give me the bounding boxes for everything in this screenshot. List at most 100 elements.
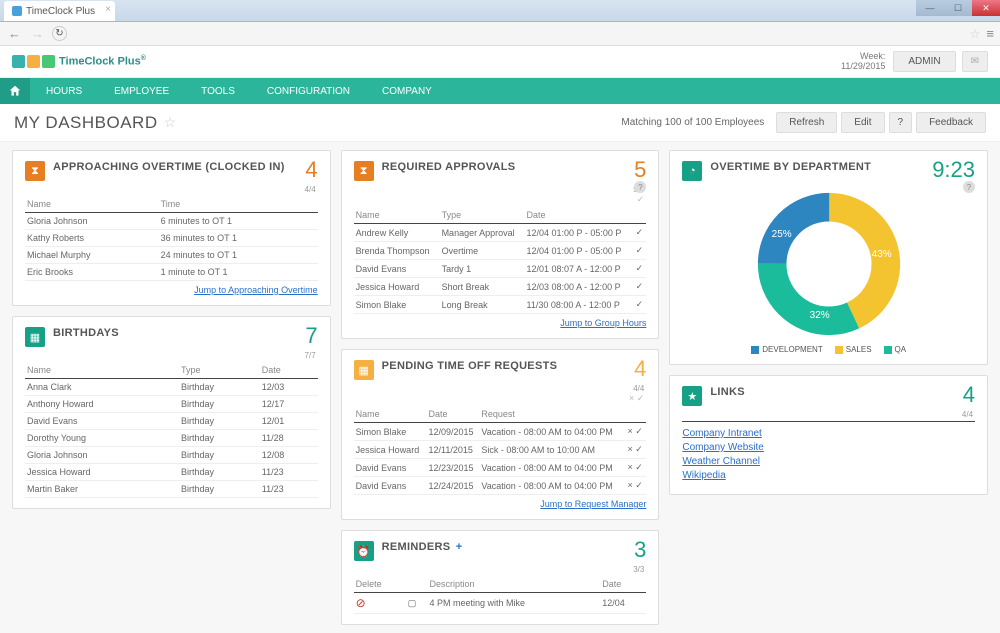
table-row: David EvansTardy 112/01 08:07 A - 12:00 … [354, 260, 647, 278]
matching-text: Matching 100 of 100 Employees [621, 117, 764, 128]
table-row: Kathy Roberts36 minutes to OT 1 [25, 230, 318, 247]
jump-link[interactable]: Jump to Request Manager [540, 499, 646, 509]
widget-count: 3/3 [354, 565, 647, 574]
table-row: Anna ClarkBirthday12/03 [25, 379, 318, 396]
table-row: Eric Brooks1 minute to OT 1 [25, 264, 318, 281]
widget-count: 4/4× ✓ [354, 384, 647, 404]
widget-links: ★ LINKS 4 4/4 Company Intranet Company W… [669, 375, 988, 495]
table-row: Jessica HowardShort Break12/03 08:00 A -… [354, 278, 647, 296]
chart-label-sales: 43% [872, 249, 892, 260]
link-item[interactable]: Weather Channel [682, 456, 975, 467]
home-button[interactable] [0, 78, 30, 104]
check-icon[interactable]: ✓ [634, 260, 647, 278]
widget-title: BIRTHDAYS [53, 327, 119, 340]
window-minimize-icon[interactable]: — [916, 0, 944, 16]
check-icon[interactable]: ✓ [634, 278, 647, 296]
table-row: Brenda ThompsonOvertime12/04 01:00 P - 0… [354, 242, 647, 260]
feedback-button[interactable]: Feedback [916, 112, 986, 133]
chart-label-dev: 25% [772, 229, 792, 240]
reject-icon[interactable]: × [627, 462, 632, 472]
overtime-table: NameTime Gloria Johnson6 minutes to OT 1… [25, 196, 318, 281]
widget-badge: 4 [963, 382, 975, 408]
table-row: ⊘▢4 PM meeting with Mike12/04 [354, 593, 647, 614]
clock-icon: ⏰ [354, 541, 374, 561]
column-3: ◔ OVERTIME BY DEPARTMENT 9:23 ? 25% 43% … [669, 150, 988, 625]
table-row: Michael Murphy24 minutes to OT 1 [25, 247, 318, 264]
browser-tab[interactable]: TimeClock Plus × [4, 1, 115, 21]
nav-hours[interactable]: HOURS [30, 78, 98, 104]
widget-reminders: ⏰ REMINDERS + 3 3/3 DeleteDescriptionDat… [341, 530, 660, 625]
link-item[interactable]: Company Website [682, 442, 975, 453]
note-icon: ▢ [408, 598, 417, 608]
page-title: MY DASHBOARD [14, 113, 158, 133]
table-row: David Evans12/24/2015Vacation - 08:00 AM… [354, 477, 647, 495]
admin-button[interactable]: ADMIN [893, 51, 955, 72]
chart-label-qa: 32% [810, 310, 830, 321]
widget-count: 5/5✓ [354, 185, 647, 205]
widget-badge: 5 [634, 157, 646, 183]
tab-title: TimeClock Plus [26, 6, 95, 17]
widget-required-approvals: ⧗ REQUIRED APPROVALS 5 ? 5/5✓ NameTypeDa… [341, 150, 660, 339]
widget-title: PENDING TIME OFF REQUESTS [382, 360, 558, 373]
widget-badge: 4 [634, 356, 646, 382]
mail-button[interactable]: ✉ [962, 51, 988, 72]
table-row: Anthony HowardBirthday12/17 [25, 396, 318, 413]
approve-icon[interactable]: ✓ [635, 462, 643, 472]
jump-link[interactable]: Jump to Approaching Overtime [194, 285, 318, 295]
approve-icon[interactable]: ✓ [635, 426, 643, 436]
add-icon[interactable]: + [456, 541, 463, 553]
bookmark-icon[interactable]: ☆ [970, 27, 981, 41]
widget-approaching-overtime: ⧗ APPROACHING OVERTIME (CLOCKED IN) 4 4/… [12, 150, 331, 306]
calendar-icon: ▦ [25, 327, 45, 347]
edit-button[interactable]: Edit [841, 112, 884, 133]
link-item[interactable]: Wikipedia [682, 470, 975, 481]
check-icon[interactable]: ✓ [634, 224, 647, 242]
reject-icon[interactable]: × [627, 480, 632, 490]
back-icon[interactable]: ← [6, 26, 23, 41]
widget-count: 4/4 [682, 410, 975, 419]
table-row: Simon BlakeLong Break11/30 08:00 A - 12:… [354, 296, 647, 314]
widget-birthdays: ▦ BIRTHDAYS 7 7/7 NameTypeDate Anna Clar… [12, 316, 331, 509]
table-row: Martin BakerBirthday11/23 [25, 481, 318, 498]
approve-icon[interactable]: ✓ [635, 444, 643, 454]
table-row: Jessica Howard12/11/2015Sick - 08:00 AM … [354, 441, 647, 459]
chart-legend: DEVELOPMENT SALES QA [682, 345, 975, 354]
check-icon[interactable]: ✓ [634, 296, 647, 314]
check-icon[interactable]: ✓ [634, 242, 647, 260]
birthdays-table: NameTypeDate Anna ClarkBirthday12/03 Ant… [25, 362, 318, 498]
window-controls: — ☐ ✕ [916, 0, 1000, 16]
table-row: Simon Blake12/09/2015Vacation - 08:00 AM… [354, 423, 647, 441]
star-icon: ★ [682, 386, 702, 406]
table-row: Andrew KellyManager Approval12/04 01:00 … [354, 224, 647, 242]
table-row: Dorothy YoungBirthday11/28 [25, 430, 318, 447]
widget-badge: 9:23 [932, 157, 975, 183]
reload-icon[interactable]: ↻ [52, 26, 67, 41]
delete-icon[interactable]: ⊘ [356, 596, 366, 610]
logo-icon [12, 55, 55, 68]
nav-company[interactable]: COMPANY [366, 78, 448, 104]
nav-tools[interactable]: TOOLS [185, 78, 251, 104]
link-item[interactable]: Company Intranet [682, 428, 975, 439]
nav-configuration[interactable]: CONFIGURATION [251, 78, 366, 104]
widget-badge: 3 [634, 537, 646, 563]
forward-icon[interactable]: → [29, 26, 46, 41]
favorite-icon[interactable]: ☆ [164, 114, 177, 131]
widget-count: 4/4 [25, 185, 318, 194]
reject-icon[interactable]: × [627, 426, 632, 436]
close-tab-icon[interactable]: × [105, 4, 111, 15]
refresh-button[interactable]: Refresh [776, 112, 837, 133]
nav-employee[interactable]: EMPLOYEE [98, 78, 185, 104]
menu-icon[interactable]: ≡ [986, 26, 994, 41]
table-row: David Evans12/23/2015Vacation - 08:00 AM… [354, 459, 647, 477]
dashboard-board: ⧗ APPROACHING OVERTIME (CLOCKED IN) 4 4/… [0, 142, 1000, 633]
column-1: ⧗ APPROACHING OVERTIME (CLOCKED IN) 4 4/… [12, 150, 331, 625]
window-close-icon[interactable]: ✕ [972, 0, 1000, 16]
donut-chart: 25% 43% 32% [754, 189, 904, 339]
widget-title: REQUIRED APPROVALS [382, 161, 516, 174]
reject-icon[interactable]: × [627, 444, 632, 454]
help-icon[interactable]: ? [963, 181, 975, 193]
approve-icon[interactable]: ✓ [635, 480, 643, 490]
jump-link[interactable]: Jump to Group Hours [560, 318, 646, 328]
help-button[interactable]: ? [889, 112, 913, 133]
window-maximize-icon[interactable]: ☐ [944, 0, 972, 16]
